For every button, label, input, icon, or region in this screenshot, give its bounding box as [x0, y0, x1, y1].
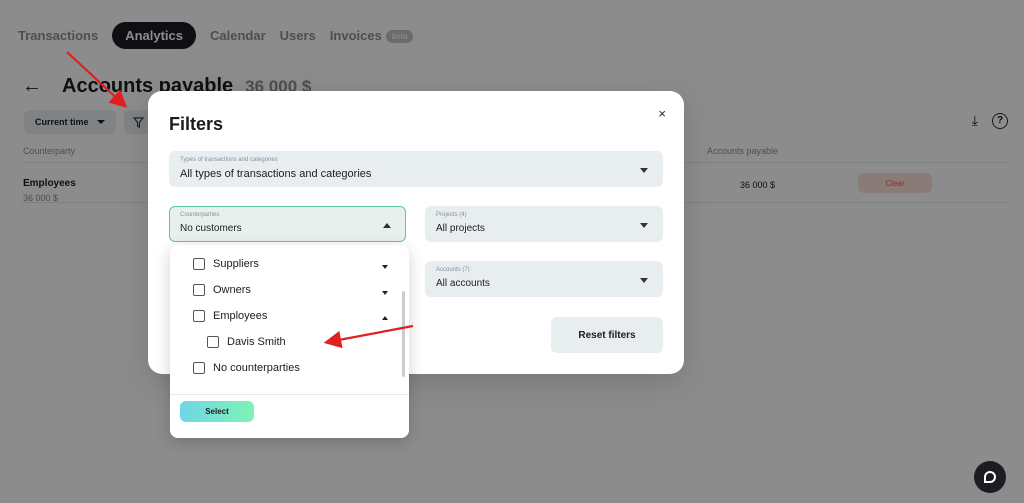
chat-bubble-icon [984, 471, 996, 483]
dropdown-item-label: Employees [213, 310, 268, 322]
checkbox[interactable] [193, 258, 205, 270]
types-select[interactable]: Types of transactions and categories All… [169, 151, 663, 187]
accounts-value: All accounts [436, 278, 490, 289]
dropdown-item-owners[interactable]: Owners [193, 284, 251, 296]
checkbox[interactable] [193, 362, 205, 374]
projects-select[interactable]: Projects (4) All projects [425, 206, 663, 242]
close-icon[interactable]: × [658, 106, 666, 121]
chevron-up-icon[interactable] [382, 316, 388, 320]
checkbox[interactable] [193, 284, 205, 296]
dropdown-item-suppliers[interactable]: Suppliers [193, 258, 259, 270]
dropdown-item-employees[interactable]: Employees [193, 310, 267, 322]
counterparties-select[interactable]: Counterparties No customers [169, 206, 406, 242]
dropdown-item-label: Davis Smith [227, 336, 286, 348]
chevron-down-icon[interactable] [382, 291, 388, 295]
chat-button[interactable] [974, 461, 1006, 493]
reset-filters-button[interactable]: Reset filters [551, 317, 663, 353]
dropdown-item-label: No counterparties [213, 362, 300, 374]
counterparties-dropdown: Suppliers Owners Employees Davis Smith N… [170, 245, 409, 438]
checkbox[interactable] [207, 336, 219, 348]
projects-value: All projects [436, 223, 485, 234]
chevron-down-icon [640, 168, 648, 173]
dropdown-item-davis-smith[interactable]: Davis Smith [207, 336, 286, 348]
checkbox[interactable] [193, 310, 205, 322]
select-button[interactable]: Select [180, 401, 254, 422]
counterparties-value: No customers [180, 223, 242, 234]
chevron-up-icon [383, 223, 391, 228]
dropdown-item-label: Owners [213, 284, 251, 296]
chevron-down-icon [640, 278, 648, 283]
types-value: All types of transactions and categories [180, 168, 372, 180]
dropdown-divider [170, 394, 409, 395]
projects-label: Projects (4) [436, 212, 467, 218]
chevron-down-icon[interactable] [382, 265, 388, 269]
accounts-select[interactable]: Accounts (7) All accounts [425, 261, 663, 297]
chevron-down-icon [640, 223, 648, 228]
counterparties-label: Counterparties [180, 212, 220, 218]
dropdown-item-label: Suppliers [213, 258, 259, 270]
dropdown-item-no-counterparties[interactable]: No counterparties [193, 362, 300, 374]
modal-title: Filters [169, 114, 224, 134]
accounts-label: Accounts (7) [436, 267, 470, 273]
dropdown-scrollbar[interactable] [402, 291, 405, 377]
types-label: Types of transactions and categories [180, 157, 278, 163]
